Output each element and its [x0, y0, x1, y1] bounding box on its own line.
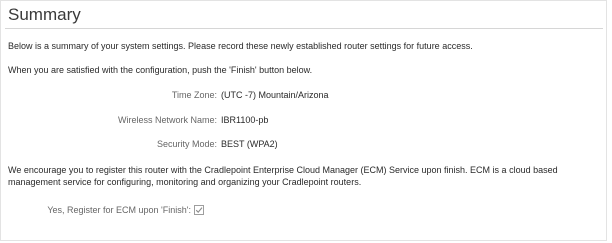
ecm-note-text: We encourage you to register this router… — [8, 165, 558, 187]
time-zone-row: Time Zone: (UTC -7) Mountain/Arizona — [1, 89, 329, 102]
instruction-text: When you are satisfied with the configur… — [8, 65, 313, 75]
wireless-network-name-label: Wireless Network Name: — [117, 115, 217, 125]
intro-text: Below is a summary of your system settin… — [8, 41, 473, 51]
wireless-network-name-row: Wireless Network Name: IBR1100-pb — [1, 114, 268, 127]
time-zone-value: (UTC -7) Mountain/Arizona — [221, 90, 329, 100]
check-icon — [195, 207, 203, 214]
page-title: Summary — [8, 5, 81, 24]
ecm-register-checkbox[interactable] — [194, 205, 204, 215]
security-mode-row: Security Mode: BEST (WPA2) — [1, 138, 278, 151]
time-zone-label: Time Zone: — [171, 90, 217, 100]
summary-panel: Summary Below is a summary of your syste… — [0, 0, 607, 241]
ecm-register-label: Yes, Register for ECM upon 'Finish': — [47, 205, 191, 215]
title-divider — [5, 28, 603, 29]
security-mode-label: Security Mode: — [156, 139, 217, 149]
security-mode-value: BEST (WPA2) — [221, 139, 278, 149]
ecm-register-row: Yes, Register for ECM upon 'Finish': — [1, 203, 191, 217]
wireless-network-name-value: IBR1100-pb — [221, 115, 269, 125]
